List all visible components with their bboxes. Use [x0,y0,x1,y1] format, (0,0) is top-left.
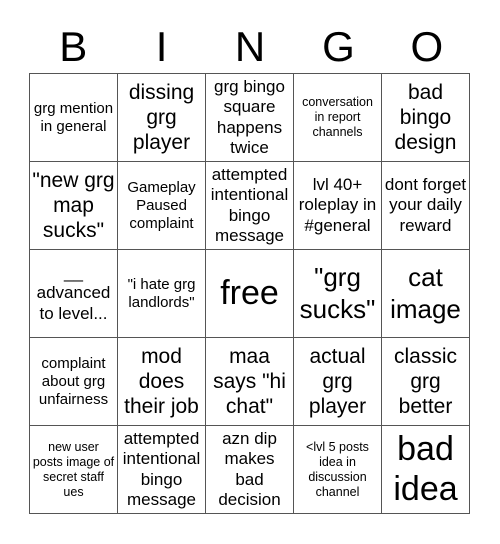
bingo-cell-text: attempted intentional bingo message [122,428,201,509]
bingo-cell[interactable]: complaint about grg unfairness [30,338,118,426]
bingo-cell-text: Gameplay Paused complaint [127,178,196,232]
bingo-cell[interactable]: attempted intentional bingo message [118,426,206,514]
bingo-cell-text: dont forget your daily reward [384,174,467,235]
bingo-cell-text: mod does their job [124,344,199,419]
header-letter-o: O [410,23,444,70]
bingo-cell[interactable]: dont forget your daily reward [382,162,470,250]
bingo-cell-text: dissing grg player [128,80,195,155]
bingo-cell[interactable]: "grg sucks" [294,250,382,338]
header-letter-n: N [234,23,266,70]
bingo-cell[interactable]: bad idea [382,426,470,514]
bingo-cell-free[interactable]: free [206,250,294,338]
bingo-cell[interactable]: conversation in report channels [294,74,382,162]
bingo-cell-text: complaint about grg unfairness [38,354,109,408]
bingo-cell-text: lvl 40+ roleplay in #general [298,174,377,235]
header-letter-g: G [322,23,355,70]
bingo-cell[interactable]: classic grg better [382,338,470,426]
bingo-cell[interactable]: azn dip makes bad decision [206,426,294,514]
bingo-cell[interactable]: "i hate grg landlords" [118,250,206,338]
header-letter-i: I [155,23,168,70]
bingo-cell[interactable]: new user posts image of secret staff ues [30,426,118,514]
bingo-cell-text: grg mention in general [33,99,114,135]
bingo-cell[interactable]: mod does their job [118,338,206,426]
bingo-cell-text: "grg sucks" [299,262,376,324]
bingo-cell[interactable]: actual grg player [294,338,382,426]
bingo-cell-text: <lvl 5 posts idea in discussion channel [306,439,369,499]
bingo-cell-text: actual grg player [308,344,367,419]
bingo-cell-text: free [220,273,279,312]
bingo-cell-text: "new grg map sucks" [32,168,115,243]
bingo-cell[interactable]: maa says "hi chat" [206,338,294,426]
bingo-cell[interactable]: lvl 40+ roleplay in #general [294,162,382,250]
bingo-cell[interactable]: grg mention in general [30,74,118,162]
bingo-cell-text: "i hate grg landlords" [127,275,196,311]
bingo-cell-text: conversation in report channels [302,95,373,139]
bingo-cell[interactable]: cat image [382,250,470,338]
bingo-cell[interactable]: __ advanced to level... [30,250,118,338]
bingo-cell-text: bad idea [393,430,458,508]
bingo-cell-text: azn dip makes bad decision [218,428,281,509]
bingo-cell[interactable]: "new grg map sucks" [30,162,118,250]
bingo-cell-text: cat image [390,262,461,324]
header-letter-b: B [59,23,88,70]
bingo-cell[interactable]: attempted intentional bingo message [206,162,294,250]
bingo-cell-text: __ advanced to level... [36,262,111,323]
bingo-cell-text: classic grg better [393,344,457,419]
bingo-cell[interactable]: <lvl 5 posts idea in discussion channel [294,426,382,514]
bingo-cell-text: grg bingo square happens twice [214,76,285,157]
bingo-cell[interactable]: Gameplay Paused complaint [118,162,206,250]
bingo-board: grg mention in general dissing grg player… [29,73,470,514]
bingo-cell-text: new user posts image of secret staff ues [32,439,115,499]
bingo-cell-text: attempted intentional bingo message [210,164,289,245]
bingo-cell-text: maa says "hi chat" [213,344,286,419]
bingo-header: B I N G O [29,22,471,72]
bingo-cell[interactable]: bad bingo design [382,74,470,162]
bingo-cell[interactable]: dissing grg player [118,74,206,162]
bingo-cell[interactable]: grg bingo square happens twice [206,74,294,162]
bingo-cell-text: bad bingo design [394,80,457,155]
